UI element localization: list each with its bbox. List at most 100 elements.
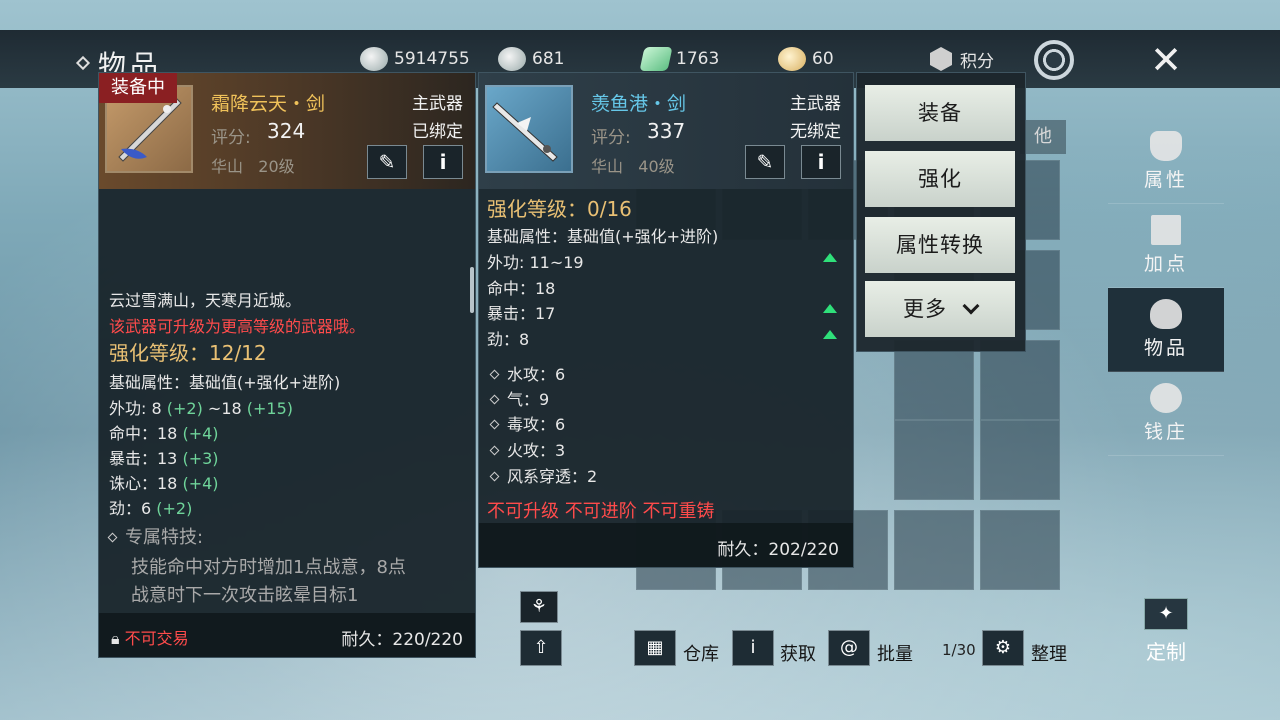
custom-label: 定制	[1146, 640, 1186, 664]
nav-label: 物品	[1143, 337, 1188, 359]
trade-label: 不可交易	[124, 629, 189, 648]
currency-jade: 1763	[639, 46, 720, 72]
stat-row: 命中：18 (+4)	[109, 420, 219, 444]
skill-desc: 战意时下一次攻击眩晕目标1	[131, 585, 359, 606]
info-button[interactable]: i	[423, 145, 463, 179]
currency-value: 1763	[676, 49, 720, 69]
tab-other-label: 他	[1034, 126, 1052, 147]
stat-label: 劲：6	[109, 499, 157, 518]
info-icon: i	[817, 150, 825, 174]
extra-stat-row: 风系穿透：2	[489, 463, 597, 487]
durability: 耐久：220/220	[341, 630, 463, 650]
extra-stat-row: 毒攻：6	[489, 411, 565, 435]
warehouse-label[interactable]: 仓库	[683, 640, 719, 666]
nav-label: 属性	[1143, 169, 1188, 191]
stat-up-arrow-icon	[823, 330, 837, 339]
item-bind-status: 已绑定	[412, 122, 463, 142]
extra-stat: 气：9	[507, 390, 550, 409]
diamond-icon	[75, 55, 91, 71]
durability: 耐久：202/220	[717, 540, 839, 560]
item-footer: 耐久：202/220	[479, 523, 853, 567]
nav-attributes[interactable]: 属性	[1108, 120, 1224, 204]
scrollbar[interactable]	[470, 267, 474, 313]
extra-stat-row: 火攻：3	[489, 437, 565, 461]
enhance-level: 强化等级：0/16	[487, 197, 632, 221]
skill-desc: 技能命中对方时增加1点战意，8点	[131, 557, 406, 578]
magic-wand-icon: ✦	[1144, 598, 1188, 630]
score-label: 积分	[960, 51, 994, 72]
item-bind-status: 无绑定	[790, 122, 841, 142]
brush-button[interactable]: ✎	[367, 145, 407, 179]
trade-status: 🔒︎ 不可交易	[111, 625, 189, 649]
gold-ingot-icon	[778, 47, 806, 71]
item-name: 羡鱼港・剑	[591, 93, 687, 115]
equipped-tag: 装备中	[99, 73, 177, 103]
stat-label: 外功: 8	[109, 399, 162, 418]
skill-icon: ⚘	[530, 596, 548, 617]
stat-bonus: (+3)	[182, 449, 219, 468]
enhance-button[interactable]: 强化	[865, 151, 1015, 207]
inventory-slot[interactable]	[894, 340, 974, 420]
batch-label[interactable]: 批量	[877, 640, 913, 666]
nav-items[interactable]: 物品	[1108, 288, 1224, 372]
inventory-slot[interactable]	[980, 420, 1060, 500]
score-label: 评分:	[211, 128, 251, 148]
custom-button[interactable]: ✦ 定制	[1142, 598, 1190, 665]
item-level: 40级	[638, 157, 675, 176]
obtain-button[interactable]: i	[732, 630, 774, 666]
expand-button[interactable]: ⇧	[520, 630, 562, 666]
bag-icon	[1150, 299, 1182, 329]
enhance-level: 强化等级：12/12	[109, 341, 267, 365]
nav-bank[interactable]: 钱庄	[1108, 372, 1224, 456]
diamond-icon	[107, 532, 118, 543]
lock-icon: 🔒︎	[111, 629, 120, 648]
brush-button[interactable]: ✎	[745, 145, 785, 179]
score-button[interactable]: 积分	[930, 46, 994, 72]
nav-label: 钱庄	[1143, 421, 1188, 443]
chest-icon: ▦	[646, 637, 664, 658]
sort-label[interactable]: 整理	[1031, 640, 1067, 666]
inventory-slot[interactable]	[980, 340, 1060, 420]
inventory-slot[interactable]	[980, 510, 1060, 590]
stat-label: 暴击：13	[109, 449, 183, 468]
settings-icon[interactable]	[1034, 40, 1074, 80]
inventory-slot[interactable]	[894, 510, 974, 590]
extra-stat-row: 气：9	[489, 386, 550, 410]
stat-row: 劲：8	[487, 330, 530, 349]
stat-label: 诛心：18	[109, 474, 183, 493]
stat-bonus: (+4)	[182, 474, 219, 493]
convert-attr-label: 属性转换	[896, 233, 984, 257]
info-button[interactable]: i	[801, 145, 841, 179]
stat-up-arrow-icon	[823, 304, 837, 313]
equip-button[interactable]: 装备	[865, 85, 1015, 141]
equip-label: 装备	[918, 101, 962, 125]
warehouse-button[interactable]: ▦	[634, 630, 676, 666]
sort-button[interactable]: ⚙	[982, 630, 1024, 666]
convert-attr-button[interactable]: 属性转换	[865, 217, 1015, 273]
tab-other[interactable]: 他	[1020, 120, 1066, 154]
item-level: 20级	[258, 157, 295, 176]
more-button[interactable]: 更多	[865, 281, 1015, 337]
hat-icon	[1150, 131, 1182, 161]
obtain-label[interactable]: 获取	[780, 640, 816, 666]
compare-item-panel: 羡鱼港・剑 评分: 337 华山 40级 主武器 无绑定 ✎ i 强化等级：0/…	[478, 72, 854, 568]
stat-bonus: (+4)	[182, 424, 219, 443]
stat-row: 暴击：13 (+3)	[109, 445, 219, 469]
silver-ingot-icon	[498, 47, 526, 71]
sliders-icon	[1151, 215, 1181, 245]
more-label: 更多	[903, 297, 947, 321]
stat-row: 暴击：17	[487, 304, 556, 323]
skill-detail-button[interactable]: ⚘	[520, 591, 558, 623]
currency-value: 681	[532, 49, 565, 69]
nav-label: 加点	[1143, 253, 1188, 275]
diamond-icon	[489, 419, 500, 430]
info-icon: i	[750, 637, 756, 658]
restriction-text: 不可升级 不可进阶 不可重铸	[487, 501, 715, 522]
inventory-slot[interactable]	[894, 420, 974, 500]
stat-row: 外功: 11~19	[487, 253, 584, 272]
nav-points[interactable]: 加点	[1108, 204, 1224, 288]
batch-button[interactable]: @	[828, 630, 870, 666]
stat-bonus: (+15)	[246, 399, 294, 418]
close-icon[interactable]: ✕	[1148, 41, 1184, 79]
score-icon	[930, 47, 952, 71]
